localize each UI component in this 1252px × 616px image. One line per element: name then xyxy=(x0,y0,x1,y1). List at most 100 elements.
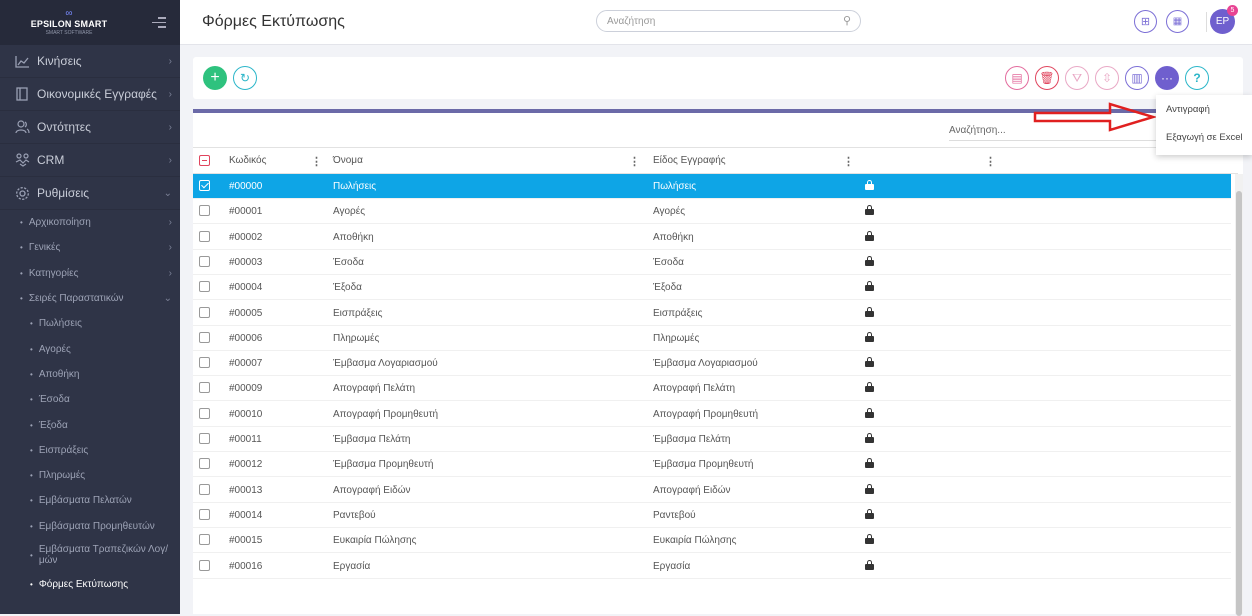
plus-icon: + xyxy=(210,69,220,86)
document-button[interactable]: ▤ xyxy=(1005,66,1029,90)
sidebar-subitem[interactable]: • Κατηγορίες › xyxy=(0,261,180,286)
row-checkbox[interactable] xyxy=(199,508,210,520)
sidebar-item-financial[interactable]: Οικονομικές Εγγραφές › xyxy=(0,78,180,111)
calendar-button[interactable]: ▦ xyxy=(1166,10,1189,33)
filter-button[interactable]: ⛛ xyxy=(1065,66,1089,90)
grid-icon: ⊞ xyxy=(1140,16,1151,28)
lock-icon xyxy=(865,508,874,519)
ellipsis-icon: ··· xyxy=(1161,71,1173,85)
table-row[interactable]: #00009 Απογραφή Πελάτη Απογραφή Πελάτη xyxy=(193,376,1231,402)
row-checkbox[interactable] xyxy=(199,230,210,242)
select-all-checkbox[interactable] xyxy=(199,147,210,174)
table-row[interactable]: #00003 Έσοδα Έσοδα xyxy=(193,250,1231,275)
table-row[interactable]: #00011 Έμβασμα Πελάτη Έμβασμα Πελάτη xyxy=(193,427,1231,452)
global-search-input[interactable]: Αναζήτηση ⚲ xyxy=(596,10,861,32)
cell-name: Πωλήσεις xyxy=(333,181,377,192)
table-row[interactable]: #00007 Έμβασμα Λογαριασμού Έμβασμα Λογαρια… xyxy=(193,351,1231,377)
sidebar-item-crm[interactable]: CRM › xyxy=(0,144,180,177)
more-actions-button[interactable]: ··· xyxy=(1155,66,1179,90)
table-row[interactable]: #00012 Έμβασμα Προμηθευτή Έμβασμα Προμηθευ… xyxy=(193,452,1231,478)
menu-toggle-icon[interactable] xyxy=(152,14,166,28)
sidebar-subitem-2[interactable]: • Εμβάσματα Πελατών xyxy=(0,488,180,513)
row-checkbox[interactable] xyxy=(199,255,210,267)
sidebar-subitem-2[interactable]: • Αποθήκη xyxy=(0,362,180,387)
sidebar-item-entities[interactable]: Οντότητες › xyxy=(0,111,180,144)
column-header-code[interactable]: Κωδικός xyxy=(229,147,266,174)
sidebar-item-label: Κινήσεις xyxy=(37,54,82,68)
scrollbar-thumb[interactable] xyxy=(1236,191,1242,616)
delete-button[interactable]: 🗑 xyxy=(1035,66,1059,90)
column-menu-icon[interactable]: ⋮ xyxy=(985,155,996,168)
row-checkbox[interactable] xyxy=(199,306,210,318)
checkbox xyxy=(199,230,210,242)
row-checkbox[interactable] xyxy=(199,407,210,419)
table-row[interactable]: #00014 Ραντεβού Ραντεβού xyxy=(193,503,1231,528)
row-checkbox[interactable] xyxy=(199,534,210,546)
cell-code: #00004 xyxy=(229,282,263,294)
logo-name: EPSILON SMART xyxy=(30,19,108,29)
sidebar-subitem-2[interactable]: • Πωλήσεις xyxy=(0,311,180,336)
sidebar-subitem[interactable]: • Σειρές Παραστατικών ⌄ xyxy=(0,286,180,311)
cell-type: Αποθήκη xyxy=(653,231,694,243)
menu-item-copy[interactable]: Αντιγραφή xyxy=(1156,95,1252,123)
cell-code: #00012 xyxy=(229,459,263,471)
table-row[interactable]: #00006 Πληρωμές Πληρωμές xyxy=(193,326,1231,351)
row-checkbox[interactable] xyxy=(199,281,210,293)
cell-type: Εργασία xyxy=(653,560,691,572)
sidebar-subitem-label: Γενικές xyxy=(28,242,61,254)
sidebar-subitem-2[interactable]: • Έξοδα xyxy=(0,412,180,437)
row-checkbox[interactable] xyxy=(199,331,210,343)
column-header-type[interactable]: Είδος Εγγραφής xyxy=(653,147,726,174)
sidebar-subitem-print-forms[interactable]: • Φόρμες Εκτύπωσης xyxy=(0,572,180,597)
expand-button[interactable]: ⇳ xyxy=(1095,66,1119,90)
sidebar-subitem-2[interactable]: • Πληρωμές xyxy=(0,463,180,488)
table-row[interactable]: #00015 Ευκαιρία Πώλησης Ευκαιρία Πώλησης xyxy=(193,528,1231,554)
table-row[interactable]: #00002 Αποθήκη Αποθήκη xyxy=(193,225,1231,250)
row-checkbox[interactable] xyxy=(199,559,210,571)
row-checkbox[interactable] xyxy=(199,357,210,369)
help-button[interactable]: ? xyxy=(1185,66,1209,90)
column-menu-icon[interactable]: ⋮ xyxy=(311,155,322,168)
table-row[interactable]: #00010 Απογραφή Προμηθευτή Απογραφή Προμηθ… xyxy=(193,402,1231,427)
chevron-right-icon: › xyxy=(168,121,172,133)
column-menu-icon[interactable]: ⋮ xyxy=(843,155,854,168)
sidebar-item-label: CRM xyxy=(37,153,65,167)
sidebar-subitem-label: Εισπράξεις xyxy=(38,444,89,456)
table-row[interactable]: #00004 Έξοδα Έξοδα xyxy=(193,275,1231,301)
checkbox xyxy=(199,458,210,470)
cell-code: #00001 xyxy=(229,206,263,218)
row-checkbox[interactable] xyxy=(199,382,210,394)
cell-type: Απογραφή Πελάτη xyxy=(653,383,736,395)
table-row[interactable]: #00016 Εργασία Εργασία xyxy=(193,554,1231,579)
table-row[interactable]: #00005 Εισπράξεις Εισπράξεις xyxy=(193,301,1231,326)
sidebar-subitem-2[interactable]: • Έσοδα xyxy=(0,387,180,412)
bullet-icon: • xyxy=(30,580,33,589)
app-logo[interactable]: ∞ EPSILON SMART SMART SOFTWARE xyxy=(20,9,118,37)
lock-icon xyxy=(865,205,874,216)
table-row[interactable]: #00001 Αγορές Αγορές xyxy=(193,199,1231,225)
lock-icon xyxy=(865,458,874,469)
apps-grid-button[interactable]: ⊞ xyxy=(1134,10,1157,33)
column-header-name[interactable]: Όνομα xyxy=(333,147,363,174)
sidebar-subitem-2[interactable]: • Εμβάσματα Τραπεζικών Λογ/μών xyxy=(0,539,180,572)
sidebar-subitem-2[interactable]: • Εισπράξεις xyxy=(0,438,180,463)
sidebar-item-movements[interactable]: Κινήσεις › xyxy=(0,45,180,78)
row-checkbox[interactable] xyxy=(199,205,210,217)
sidebar-subitem-2[interactable]: • Εμβάσματα Προμηθευτών xyxy=(0,514,180,539)
refresh-button[interactable]: ↻ xyxy=(233,66,257,90)
add-button[interactable]: + xyxy=(203,66,227,90)
sidebar-item-settings[interactable]: Ρυθμίσεις ⌄ xyxy=(0,177,180,210)
columns-button[interactable]: ▥ xyxy=(1125,66,1149,90)
row-checkbox[interactable] xyxy=(199,458,210,470)
table-row[interactable]: #00000 Πωλήσεις Πωλήσεις xyxy=(193,174,1231,199)
row-checkbox[interactable] xyxy=(199,433,210,444)
sidebar-subitem-2[interactable]: • Αγορές xyxy=(0,336,180,361)
sidebar-subitem[interactable]: • Γενικές › xyxy=(0,235,180,260)
bullet-icon: • xyxy=(20,268,23,278)
row-checkbox[interactable] xyxy=(199,180,210,191)
column-menu-icon[interactable]: ⋮ xyxy=(629,155,640,168)
sidebar-subitem[interactable]: • Αρχικοποίηση › xyxy=(0,210,180,235)
row-checkbox[interactable] xyxy=(199,483,210,495)
menu-item-export-excel[interactable]: Εξαγωγή σε Excel xyxy=(1156,123,1252,151)
table-row[interactable]: #00013 Απογραφή Ειδών Απογραφή Ειδών xyxy=(193,478,1231,503)
